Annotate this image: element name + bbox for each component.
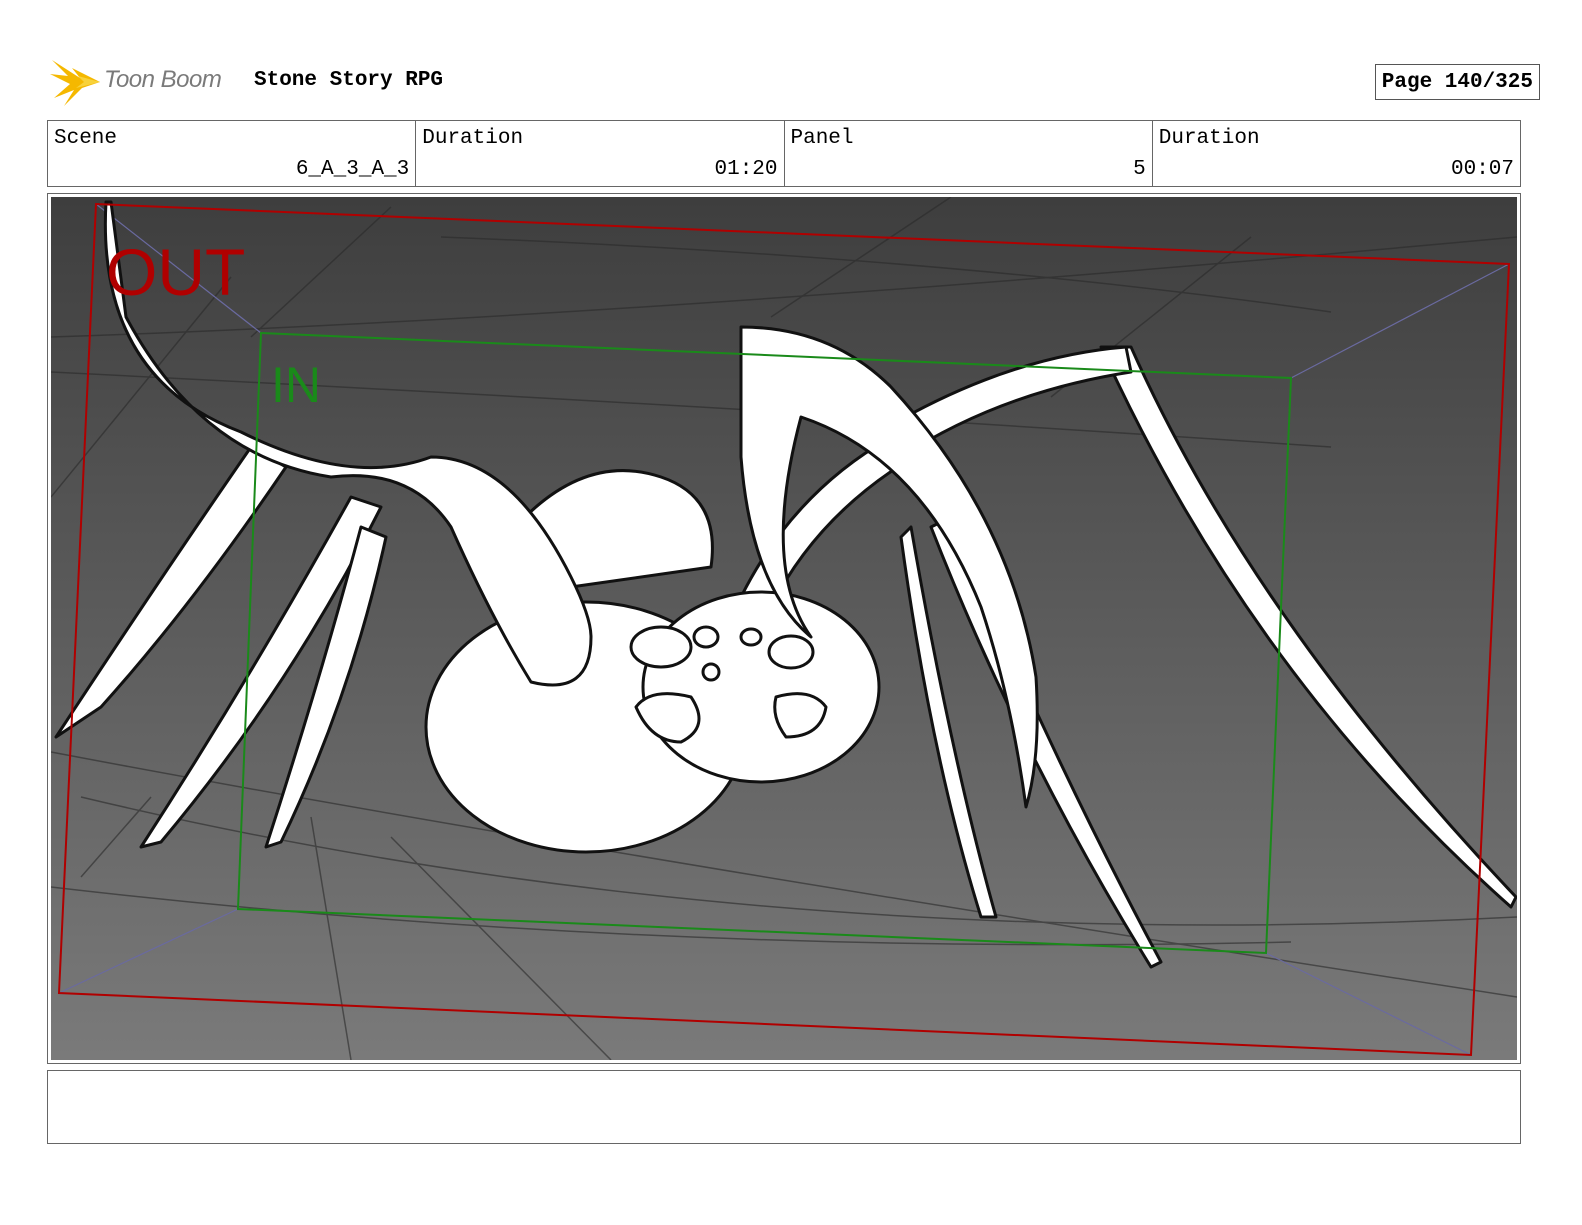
scene-label: Scene <box>54 127 118 150</box>
panel-notes <box>47 1070 1521 1144</box>
logo-text: Toon Boom <box>104 66 222 93</box>
scene-duration-value: 01:20 <box>714 158 778 181</box>
starburst-icon <box>50 60 100 106</box>
scene-duration-cell: Duration 01:20 <box>416 121 785 186</box>
scene-info-table: Scene 6_A_3_A_3 Duration 01:20 Panel 5 D… <box>47 120 1521 187</box>
scene-value: 6_A_3_A_3 <box>295 158 410 181</box>
project-title: Stone Story RPG <box>254 69 444 92</box>
panel-drawing: OUT IN <box>51 197 1517 1060</box>
storyboard-panel: OUT IN <box>47 193 1521 1064</box>
scene-duration-label: Duration <box>422 127 524 150</box>
scene-cell: Scene 6_A_3_A_3 <box>48 121 417 186</box>
panel-label: Panel <box>790 127 854 150</box>
panel-cell: Panel 5 <box>785 121 1153 186</box>
panel-duration-cell: Duration 00:07 <box>1153 121 1520 186</box>
page-header: Toon Boom Stone Story RPG Page 140/325 <box>50 58 1540 108</box>
panel-value: 5 <box>1133 158 1146 181</box>
out-label: OUT <box>106 235 245 309</box>
page-indicator: Page 140/325 <box>1374 64 1540 100</box>
toon-boom-logo: Toon Boom <box>50 58 250 108</box>
panel-duration-label: Duration <box>1158 127 1260 150</box>
panel-duration-value: 00:07 <box>1450 158 1514 181</box>
in-label: IN <box>271 357 321 413</box>
